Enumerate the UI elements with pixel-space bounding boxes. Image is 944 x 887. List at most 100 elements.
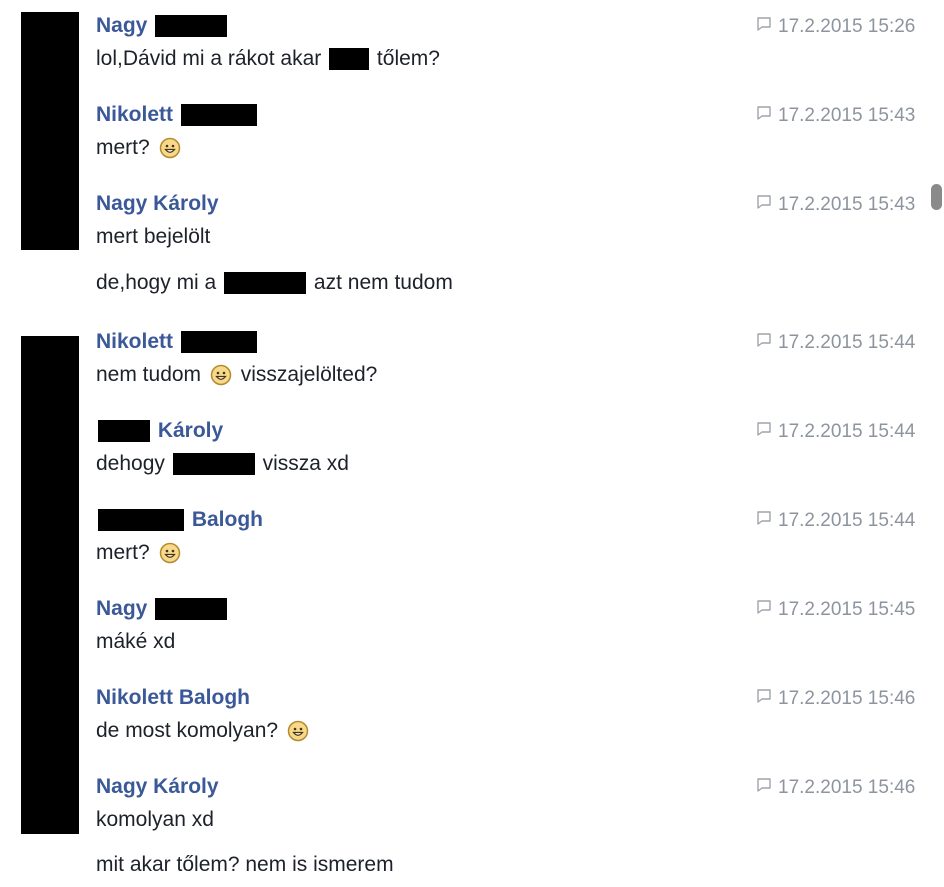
smiley-emoji-icon (159, 137, 181, 159)
text-segment: komolyan xd (96, 808, 214, 831)
text-segment: máké xd (96, 630, 176, 653)
text-segment: azt nem tudom (308, 271, 453, 294)
sender-name[interactable]: Balogh (96, 508, 263, 532)
text-segment: Nikolett Balogh (96, 686, 251, 709)
comment-bubble-icon (756, 599, 772, 621)
chat-message: Balogh 17.2.2015 15:44 mert? (96, 508, 944, 566)
redaction-bar (172, 453, 255, 476)
comment-bubble-icon (756, 510, 772, 532)
text-segment: visszajelölted? (234, 363, 378, 386)
message-header: Nikolett Balogh 17.2.2015 15:46 (96, 686, 944, 710)
message-header: Balogh 17.2.2015 15:44 (96, 508, 944, 532)
message-text: mert? (96, 540, 944, 566)
message-timestamp[interactable]: 17.2.2015 15:43 (756, 105, 915, 127)
text-segment: mit akar tőlem? nem is ismerem (96, 853, 394, 876)
text-segment: tőlem? (371, 47, 440, 70)
text-segment: mert? (96, 136, 156, 159)
message-timestamp[interactable]: 17.2.2015 15:44 (756, 332, 915, 354)
text-segment: mert? (96, 541, 156, 564)
timestamp-text: 17.2.2015 15:44 (778, 421, 916, 443)
timestamp-text: 17.2.2015 15:26 (778, 16, 916, 38)
message-text: lol,Dávid mi a rákot akar tőlem? (96, 46, 944, 72)
redaction-bar (224, 272, 307, 295)
comment-bubble-icon (756, 194, 772, 216)
sender-name[interactable]: Nagy Károly (96, 775, 219, 799)
sender-name[interactable]: Nagy Károly (96, 192, 219, 216)
sender-name[interactable]: Nagy (96, 597, 229, 621)
smiley-emoji-icon (159, 542, 181, 564)
smiley-emoji-icon (287, 720, 309, 742)
comment-bubble-icon (756, 16, 772, 38)
redaction-bar (155, 15, 228, 38)
timestamp-text: 17.2.2015 15:44 (778, 332, 916, 354)
text-segment: dehogy (96, 452, 171, 475)
message-timestamp[interactable]: 17.2.2015 15:43 (756, 194, 915, 216)
redacted-avatar[interactable] (21, 336, 79, 834)
text-segment: Balogh (186, 508, 263, 531)
redaction-bar (180, 331, 257, 354)
message-text: komolyan xd (96, 807, 944, 833)
message-timestamp[interactable]: 17.2.2015 15:45 (756, 599, 915, 621)
chat-message: Nagy 17.2.2015 15:26 lol,Dávid mi a rákot… (96, 14, 944, 72)
comment-bubble-icon (756, 332, 772, 354)
sender-name[interactable]: Nagy (96, 14, 229, 38)
text-segment: Nagy Károly (96, 192, 219, 215)
timestamp-text: 17.2.2015 15:46 (778, 688, 916, 710)
comment-bubble-icon (756, 421, 772, 443)
message-timestamp[interactable]: 17.2.2015 15:26 (756, 16, 915, 38)
redacted-avatar[interactable] (21, 12, 79, 250)
message-timestamp[interactable]: 17.2.2015 15:46 (756, 777, 915, 799)
message-text: nem tudom visszajelölted? (96, 362, 944, 388)
text-segment: nem tudom (96, 363, 207, 386)
message-timestamp[interactable]: 17.2.2015 15:44 (756, 421, 915, 443)
message-header: Nagy 17.2.2015 15:26 (96, 14, 944, 38)
message-text: máké xd (96, 629, 944, 655)
message-timestamp[interactable]: 17.2.2015 15:46 (756, 688, 915, 710)
timestamp-text: 17.2.2015 15:43 (778, 194, 916, 216)
sender-name[interactable]: Nikolett (96, 103, 259, 127)
redaction-bar (98, 420, 150, 443)
redaction-bar (329, 48, 370, 71)
chat-message: Nagy Károly 17.2.2015 15:46 komolyan xd (96, 775, 944, 833)
redaction-bar (180, 104, 257, 127)
text-segment: Károly (152, 419, 224, 442)
message-timestamp[interactable]: 17.2.2015 15:44 (756, 510, 915, 532)
sender-name[interactable]: Károly (96, 419, 223, 443)
message-header: Nikolett 17.2.2015 15:44 (96, 330, 944, 354)
timestamp-text: 17.2.2015 15:46 (778, 777, 916, 799)
timestamp-text: 17.2.2015 15:43 (778, 105, 916, 127)
message-header: Nikolett 17.2.2015 15:43 (96, 103, 944, 127)
chat-message: Nikolett 17.2.2015 15:44 nem tudom vissza… (96, 330, 944, 388)
message-text: de most komolyan? (96, 718, 944, 744)
comment-bubble-icon (756, 777, 772, 799)
text-segment: Nikolett (96, 103, 179, 126)
message-text-continuation: mit akar tőlem? nem is ismerem (96, 852, 394, 878)
message-text: dehogy vissza xd (96, 451, 944, 477)
text-segment: vissza xd (256, 452, 349, 475)
timestamp-text: 17.2.2015 15:45 (778, 599, 916, 621)
smiley-emoji-icon (210, 364, 232, 386)
text-segment: de,hogy mi a (96, 271, 223, 294)
scrollbar-thumb[interactable] (931, 184, 942, 210)
message-text: mert bejelölt (96, 224, 944, 250)
message-header: Károly 17.2.2015 15:44 (96, 419, 944, 443)
text-segment: Nagy (96, 14, 154, 37)
message-text: mert? (96, 135, 944, 161)
chat-message: Nikolett 17.2.2015 15:43 mert? (96, 103, 944, 161)
redaction-bar (98, 509, 184, 532)
chat-message: Nagy Károly 17.2.2015 15:43 mert bejelölt (96, 192, 944, 250)
message-header: Nagy Károly 17.2.2015 15:46 (96, 775, 944, 799)
chat-message: Nikolett Balogh 17.2.2015 15:46 de most ko… (96, 686, 944, 744)
text-segment: lol,Dávid mi a rákot akar (96, 47, 328, 70)
sender-name[interactable]: Nikolett (96, 330, 259, 354)
timestamp-text: 17.2.2015 15:44 (778, 510, 916, 532)
message-text-continuation: de,hogy mi a azt nem tudom (96, 270, 453, 296)
message-header: Nagy Károly 17.2.2015 15:43 (96, 192, 944, 216)
comment-bubble-icon (756, 105, 772, 127)
comment-bubble-icon (756, 688, 772, 710)
sender-name[interactable]: Nikolett Balogh (96, 686, 250, 710)
text-segment: de most komolyan? (96, 719, 284, 742)
text-segment: Nikolett (96, 330, 179, 353)
chat-message: Károly 17.2.2015 15:44 dehogy vissza xd (96, 419, 944, 477)
text-segment: Nagy Károly (96, 775, 219, 798)
